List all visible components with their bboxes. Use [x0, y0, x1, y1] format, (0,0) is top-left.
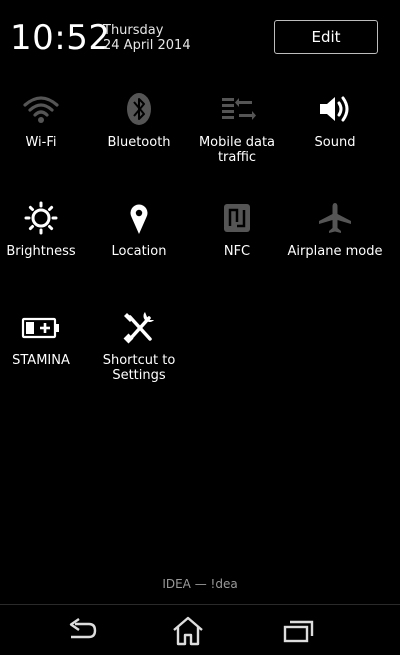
mobile-data-icon [222, 98, 256, 120]
settings-tools-icon [123, 312, 154, 344]
tile-airplane[interactable]: Airplane mode [285, 201, 385, 259]
brightness-icon [24, 201, 58, 235]
tile-sound[interactable]: Sound [285, 92, 385, 150]
tile-label: Wi-Fi [25, 135, 57, 150]
tile-label: STAMINA [12, 353, 70, 368]
back-icon[interactable] [61, 615, 101, 647]
tile-label: Mobile data traffic [198, 135, 276, 165]
carrier-label: IDEA — !dea [162, 577, 238, 591]
quick-settings-header: 10:52 Thursday 24 April 2014 Edit [0, 0, 400, 70]
recents-icon[interactable] [278, 615, 318, 647]
tile-wifi[interactable]: Wi-Fi [0, 92, 91, 150]
clock-time: 10:52 [10, 18, 111, 58]
tile-label: Location [111, 244, 167, 259]
bluetooth-icon [127, 93, 151, 125]
home-icon[interactable] [168, 615, 208, 647]
tile-mobile-data[interactable]: Mobile data traffic [187, 92, 287, 165]
tile-bluetooth[interactable]: Bluetooth [89, 92, 189, 150]
tile-label: NFC [223, 244, 251, 259]
tile-label: Shortcut to Settings [102, 353, 176, 383]
tile-brightness[interactable]: Brightness [0, 201, 91, 259]
battery-stamina-icon [21, 317, 59, 339]
date-display: Thursday 24 April 2014 [103, 23, 191, 53]
navigation-bar [0, 604, 400, 655]
airplane-icon [319, 203, 351, 233]
nfc-icon [224, 204, 250, 232]
tile-location[interactable]: Location [89, 201, 189, 259]
tile-label: Sound [314, 135, 356, 150]
location-icon [130, 204, 148, 234]
day-label: Thursday [103, 23, 164, 38]
edit-button[interactable]: Edit [274, 20, 378, 54]
sound-icon [320, 96, 349, 122]
wifi-icon [23, 96, 59, 123]
tile-settings-shortcut[interactable]: Shortcut to Settings [89, 310, 189, 383]
tile-label: Airplane mode [287, 244, 383, 259]
tile-stamina[interactable]: STAMINA [0, 310, 91, 368]
date-label: 24 April 2014 [103, 38, 191, 53]
tile-label: Brightness [6, 244, 76, 259]
tile-label: Bluetooth [107, 135, 171, 150]
tile-nfc[interactable]: NFC [187, 201, 287, 259]
